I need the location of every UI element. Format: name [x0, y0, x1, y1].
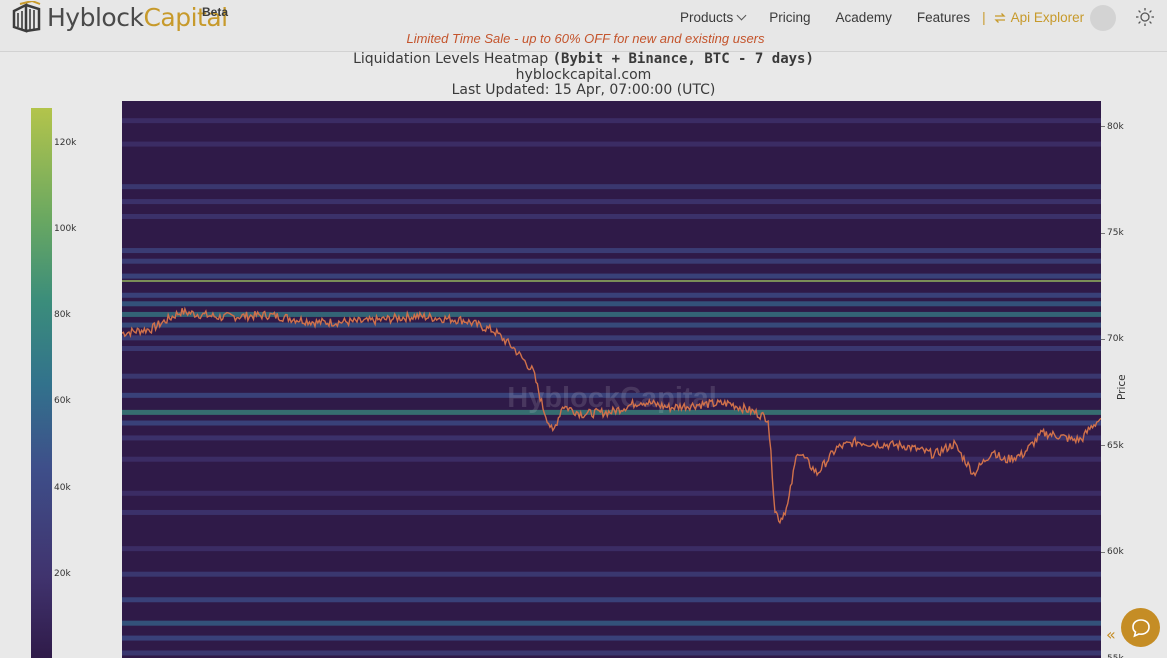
heatmap-band [122, 373, 1101, 379]
api-explorer-button[interactable]: Api Explorer [994, 10, 1084, 25]
hyblock-logo-icon [12, 1, 41, 33]
heatmap-band [122, 597, 1101, 603]
heatmap-band [122, 650, 1101, 656]
y-tick-label: 55k [1101, 654, 1124, 658]
heatmap-band [122, 292, 1101, 298]
colorbar-tick-label: 60k [54, 396, 71, 407]
heatmap-band [122, 420, 1101, 426]
y-tick-label: 75k [1101, 228, 1124, 238]
main-nav: Products Pricing Academy Features | Api … [680, 10, 1084, 25]
heatmap-band [122, 199, 1101, 205]
heatmap-band [122, 118, 1101, 124]
y-tick-label: 70k [1101, 334, 1124, 344]
swap-icon [994, 12, 1006, 23]
heatmap-band [122, 635, 1101, 641]
y-tick-label: 80k [1101, 122, 1124, 132]
heatmap-band [122, 248, 1101, 254]
heatmap-band [122, 301, 1101, 307]
colorbar-tick-label: 40k [54, 482, 71, 493]
sun-icon[interactable] [1134, 6, 1156, 28]
colorbar-tick-label: 100k [54, 223, 77, 234]
beta-badge: Beta [202, 5, 229, 19]
nav-academy[interactable]: Academy [836, 10, 892, 25]
chevron-down-icon [736, 10, 747, 21]
nav-separator: | [982, 10, 986, 25]
y-tick-label: 65k [1101, 441, 1124, 451]
colorbar [31, 108, 52, 658]
brand-name: HyblockCapital [47, 2, 228, 32]
brand-logo[interactable]: HyblockCapital [12, 0, 228, 34]
heatmap-band [122, 141, 1101, 147]
chart-updated: Last Updated: 15 Apr, 07:00:00 (UTC) [451, 82, 716, 98]
nav-pricing[interactable]: Pricing [769, 10, 810, 25]
chart-subtitle: hyblockcapital.com [515, 66, 652, 83]
chat-bubble-icon [1131, 618, 1150, 637]
navbar: HyblockCapital Beta Products Pricing Aca… [0, 0, 1167, 52]
colorbar-tick-label: 20k [54, 568, 71, 579]
promo-banner[interactable]: Limited Time Sale - up to 60% OFF for ne… [0, 31, 1167, 46]
heatmap-band [122, 456, 1101, 462]
chart-title: Liquidation Levels Heatmap (Bybit + Bina… [353, 51, 814, 67]
y-axis-title: Price [1116, 374, 1128, 400]
avatar[interactable] [1090, 5, 1116, 31]
heatmap-band [122, 620, 1101, 626]
colorbar-tick-label: 120k [54, 137, 77, 148]
colorbar-tick-label: 80k [54, 310, 71, 320]
heatmap-band [122, 345, 1101, 351]
chart-header: Liquidation Levels Heatmap (Bybit + Bina… [0, 51, 1167, 99]
heatmap-band [122, 213, 1101, 219]
nav-features[interactable]: Features [917, 10, 970, 25]
heatmap-band [122, 571, 1101, 577]
chat-button[interactable] [1121, 608, 1160, 647]
heatmap-plot[interactable]: HyblockCapital [122, 101, 1101, 658]
heatmap-band [122, 273, 1101, 279]
y-tick-label: 60k [1101, 547, 1124, 557]
heatmap-band [122, 490, 1101, 496]
nav-products[interactable]: Products [680, 10, 747, 25]
heatmap-band [122, 258, 1101, 264]
heatmap-band [122, 335, 1101, 341]
double-chevron-left-icon[interactable]: « [1106, 627, 1116, 643]
heatmap-band [122, 509, 1101, 515]
heatmap-band [122, 279, 1101, 282]
heatmap-band [122, 546, 1101, 552]
heatmap-band [122, 184, 1101, 190]
heatmap-band [122, 322, 1101, 328]
